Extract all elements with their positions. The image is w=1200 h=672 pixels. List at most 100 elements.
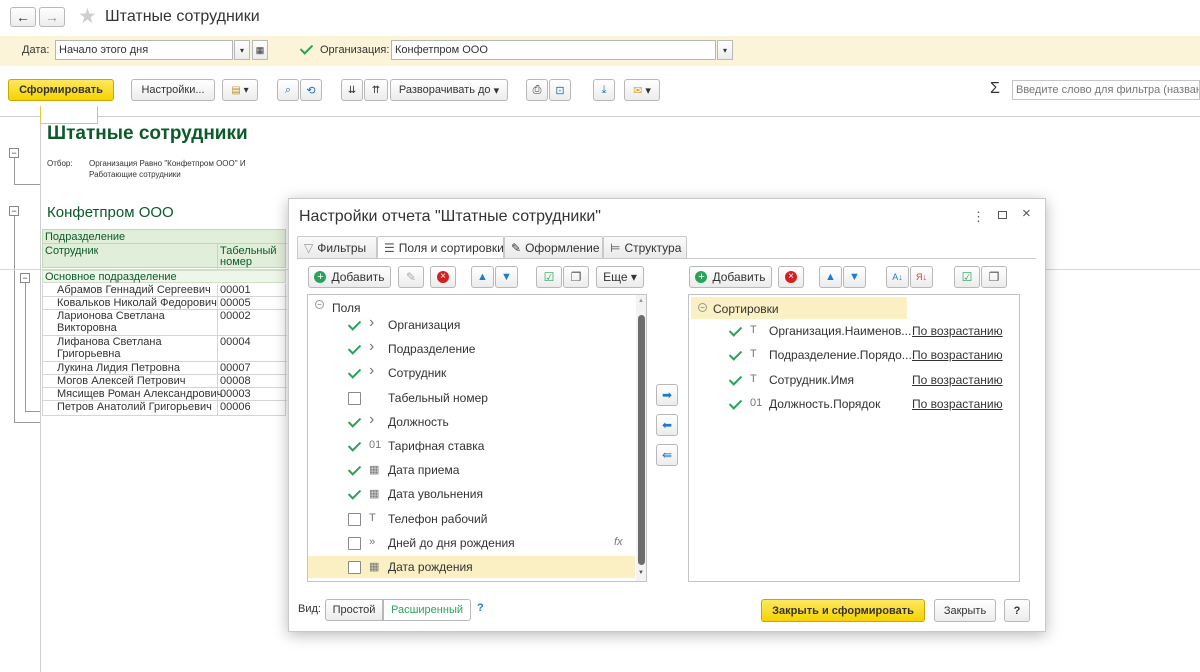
expand-groups-button[interactable]: ⇈	[364, 79, 388, 101]
tab-fields-sorting[interactable]: ☰ Поля и сортировки	[377, 236, 504, 259]
sort-checkbox[interactable]	[729, 325, 742, 338]
save-file-button[interactable]: ⤓	[593, 79, 615, 101]
table-row[interactable]: Петров Анатолий Григорьевич 00006	[43, 401, 287, 415]
sort-desc-button[interactable]: Я↓	[910, 266, 933, 288]
more-button[interactable]: Еще ▾	[596, 266, 644, 288]
uncheck-all-button[interactable]: ❐	[563, 266, 589, 288]
field-checkbox[interactable]	[348, 464, 361, 477]
field-checkbox[interactable]	[348, 343, 361, 356]
settings-button[interactable]: Настройки...	[131, 79, 215, 101]
help-button[interactable]: ?	[1004, 599, 1030, 622]
sort-checkbox[interactable]	[729, 349, 742, 362]
help-link[interactable]: ?	[477, 602, 484, 614]
sort-direction-link[interactable]: По возрастанию	[912, 348, 1003, 362]
table-row[interactable]: Могов Алексей Петрович 00008	[43, 375, 287, 388]
sort-checkbox[interactable]	[729, 374, 742, 387]
move-up-button[interactable]: ▲	[471, 266, 494, 288]
transfer-all-left-button[interactable]: ⇚	[656, 444, 678, 466]
sort-direction-link[interactable]: По возрастанию	[912, 397, 1003, 411]
table-header: Подразделение Сотрудник Табельный номер	[42, 229, 287, 269]
field-checkbox[interactable]	[348, 319, 361, 332]
field-checkbox[interactable]	[348, 416, 361, 429]
sort-label: Сотрудник.Имя	[769, 373, 855, 387]
close-icon[interactable]: ×	[1022, 205, 1031, 222]
expand-to-button[interactable]: Разворачивать до ▾	[390, 79, 508, 101]
field-checkbox[interactable]	[348, 537, 361, 550]
add-sort-button[interactable]: + Добавить	[689, 266, 772, 288]
tab-structure[interactable]: ⊨ Структура	[603, 236, 687, 258]
transfer-left-button[interactable]: ⬅	[656, 414, 678, 436]
group-collapse-icon[interactable]: −	[9, 148, 19, 158]
delete-field-button[interactable]: ×	[430, 266, 456, 288]
tab-filters[interactable]: ▽ Фильтры	[297, 236, 377, 258]
field-checkbox[interactable]	[348, 392, 361, 405]
find-button[interactable]: ⌕	[277, 79, 299, 101]
table-row[interactable]: Лифанова Светлана Григорьевна 00004	[43, 336, 287, 362]
fields-root-label: Поля	[332, 301, 361, 315]
add-field-button[interactable]: + Добавить	[308, 266, 391, 288]
field-label: Подразделение	[388, 342, 476, 356]
header-divider	[217, 243, 218, 269]
field-checkbox[interactable]	[348, 488, 361, 501]
table-row[interactable]: Ларионова Светлана Викторовна 00002	[43, 310, 287, 336]
sort-check-all-button[interactable]: ☑	[954, 266, 980, 288]
org-dropdown-button[interactable]: ▾	[717, 40, 733, 60]
employee-name-2: Григорьевна	[57, 348, 121, 360]
date-input[interactable]: Начало этого дня	[55, 40, 233, 60]
view-simple-button[interactable]: Простой	[325, 599, 383, 621]
back-button[interactable]: ←	[10, 7, 36, 27]
more-actions-icon[interactable]: ⋮	[972, 209, 985, 225]
org-input[interactable]: Конфетпром ООО	[391, 40, 716, 60]
fields-root-toggle[interactable]: −	[315, 300, 324, 309]
scroll-down-arrow[interactable]: ▼	[638, 570, 644, 576]
mail-icon: ✉	[633, 84, 643, 97]
close-generate-button[interactable]: Закрыть и сформировать	[761, 599, 925, 622]
view-extended-button[interactable]: Расширенный	[383, 599, 471, 621]
calendar-button[interactable]: ▦	[252, 40, 268, 60]
variants-button[interactable]: ▤ ▾	[222, 79, 258, 101]
maximize-icon[interactable]	[998, 211, 1007, 219]
group-collapse-icon[interactable]: −	[20, 273, 30, 283]
sort-root-toggle[interactable]: −	[698, 303, 707, 312]
forward-button[interactable]: →	[39, 7, 65, 27]
print-button[interactable]: ⎙	[526, 79, 548, 101]
filter-input[interactable]	[1012, 80, 1200, 100]
delete-sort-button[interactable]: ×	[778, 266, 804, 288]
field-checkbox[interactable]	[348, 367, 361, 380]
favorite-star-icon[interactable]: ★	[78, 4, 97, 29]
sort-direction-link[interactable]: По возрастанию	[912, 324, 1003, 338]
table-row[interactable]: Абрамов Геннадий Сергеевич 00001	[43, 284, 287, 297]
date-dropdown-button[interactable]: ▾	[234, 40, 250, 60]
collapse-groups-button[interactable]: ⇊	[341, 79, 363, 101]
sort-move-down-button[interactable]: ▼	[843, 266, 866, 288]
date-type-icon: ▦	[369, 561, 380, 573]
send-mail-button[interactable]: ✉ ▾	[624, 79, 660, 101]
sheet-cursor-cell[interactable]	[40, 106, 98, 124]
sort-uncheck-all-button[interactable]: ❐	[981, 266, 1007, 288]
scroll-up-arrow[interactable]: ▲	[638, 298, 644, 304]
preview-button[interactable]: ⊡	[549, 79, 571, 101]
generate-button[interactable]: Сформировать	[8, 79, 114, 101]
field-checkbox[interactable]	[348, 513, 361, 526]
transfer-right-button[interactable]: ➡	[656, 384, 678, 406]
close-button[interactable]: Закрыть	[934, 599, 996, 622]
org-checkbox[interactable]	[300, 43, 313, 56]
scrollbar-thumb[interactable]	[638, 315, 645, 565]
table-row[interactable]: Ковальков Николай Федорович 00005	[43, 297, 287, 310]
sum-icon[interactable]: Σ	[990, 80, 1000, 98]
field-checkbox[interactable]	[348, 561, 361, 574]
check-all-button[interactable]: ☑	[536, 266, 562, 288]
field-checkbox[interactable]	[348, 440, 361, 453]
find-next-button[interactable]: ⟲	[300, 79, 322, 101]
sort-checkbox[interactable]	[729, 398, 742, 411]
dept-row[interactable]: Основное подразделение	[42, 270, 286, 283]
sort-direction-link[interactable]: По возрастанию	[912, 373, 1003, 387]
table-row[interactable]: Лукина Лидия Петровна 00007	[43, 362, 287, 375]
sort-asc-button[interactable]: A↓	[886, 266, 909, 288]
tab-appearance[interactable]: ✎ Оформление	[504, 236, 603, 258]
move-down-button[interactable]: ▼	[495, 266, 518, 288]
group-collapse-icon[interactable]: −	[9, 206, 19, 216]
sort-move-up-button[interactable]: ▲	[819, 266, 842, 288]
table-row[interactable]: Мясищев Роман Александрович 00003	[43, 388, 287, 401]
edit-field-button[interactable]: ✎	[398, 266, 424, 288]
